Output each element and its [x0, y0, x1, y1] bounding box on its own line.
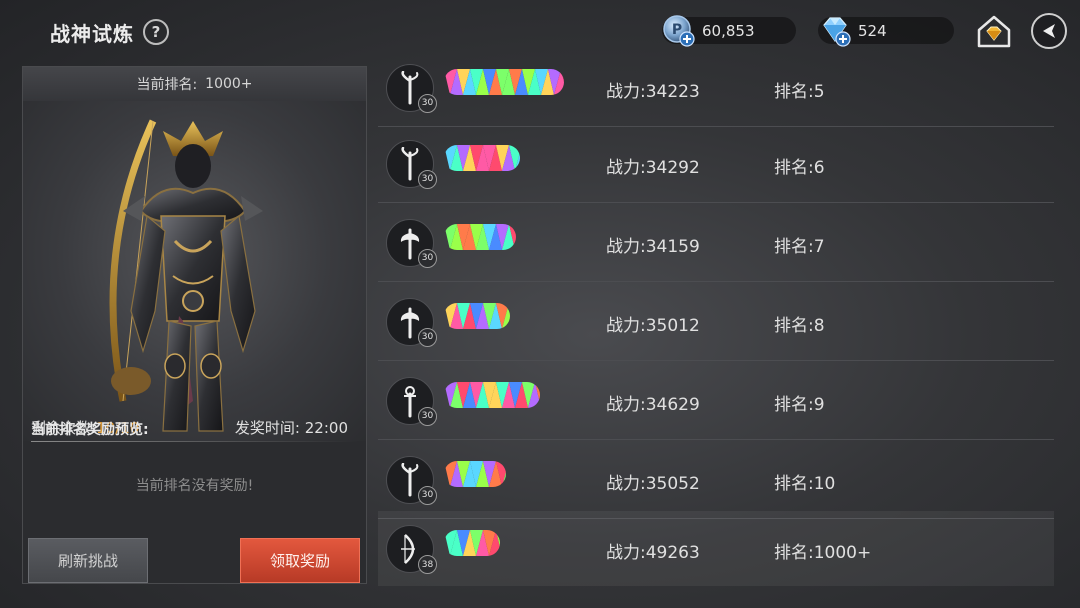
current-rank-label: 当前排名: — [136, 77, 198, 93]
combat-power: 战力:49263 — [606, 543, 700, 563]
gold-currency[interactable]: P 60,853 — [662, 15, 796, 47]
back-button[interactable] — [1031, 13, 1067, 49]
home-icon[interactable] — [975, 13, 1013, 49]
rank-number: 排名:8 — [774, 315, 825, 336]
refresh-challenge-button[interactable]: 刷新挑战 — [28, 538, 148, 583]
award-time: 发奖时间: 22:00 — [235, 417, 348, 438]
coin-icon: P — [663, 15, 695, 47]
player-name-obscured — [444, 223, 516, 250]
help-button[interactable]: ? — [143, 19, 169, 45]
combat-power: 战力:35052 — [606, 473, 700, 494]
level-badge: 30 — [418, 406, 437, 426]
ranking-row[interactable]: 30 战力:34629 排名:9 — [378, 361, 1054, 440]
ranking-row[interactable]: 30 战力:34159 排名:7 — [378, 203, 1054, 282]
back-arrow-icon — [1043, 24, 1055, 38]
player-name-obscured — [444, 302, 510, 329]
player-name-obscured — [444, 68, 564, 95]
claim-reward-button[interactable]: 领取奖励 — [240, 538, 360, 583]
gold-amount: 60,853 — [702, 21, 755, 40]
current-rank-value: 1000+ — [205, 76, 253, 92]
ranking-row[interactable]: 30 战力:35052 排名:10 — [378, 440, 1054, 519]
level-badge: 30 — [418, 485, 437, 505]
current-rank: 当前排名: 1000+ — [23, 67, 366, 101]
combat-power: 战力:34629 — [606, 394, 700, 415]
gem-amount: 524 — [858, 21, 887, 40]
ranking-list[interactable]: 30 战力:34223 排名:5 30 战力:34292 排名:6 30 战力:34159 排名… — [378, 62, 1054, 586]
diamond-icon — [823, 17, 851, 47]
no-reward-text: 当前排名没有奖励! — [135, 478, 254, 494]
player-name-obscured — [444, 460, 506, 487]
combat-power: 战力:34292 — [606, 157, 700, 178]
combat-power: 战力:35012 — [606, 315, 700, 336]
rank-number: 排名:5 — [774, 81, 825, 102]
combat-power: 战力:34159 — [606, 236, 700, 257]
level-badge: 30 — [418, 93, 437, 113]
gem-currency[interactable]: 524 — [818, 17, 954, 47]
award-time-value: 22:00 — [304, 419, 348, 437]
reward-preview-label: 当前排名奖励预览: — [31, 422, 149, 438]
rank-number: 排名:1000+ — [774, 543, 872, 563]
armored-warrior-image — [109, 119, 263, 432]
divider — [31, 441, 358, 442]
character-portrait: 剩余次数:10/10 发奖时间: 22:00 — [23, 101, 366, 441]
rank-number: 排名:10 — [774, 473, 836, 494]
player-name-obscured — [444, 144, 520, 171]
ranking-row[interactable]: 30 战力:34223 排名:5 — [378, 62, 1054, 127]
self-ranking-row[interactable]: 38 战力:49263 排名:1000+ — [378, 511, 1054, 586]
rank-number: 排名:9 — [774, 394, 825, 415]
level-badge: 30 — [418, 327, 437, 347]
ranking-row[interactable]: 30 战力:35012 排名:8 — [378, 282, 1054, 361]
player-panel: 当前排名: 1000+ 剩余次数:10/10 发奖时间: 22:00 当前排名奖… — [22, 66, 367, 584]
player-name-obscured — [444, 381, 540, 408]
level-badge: 38 — [418, 555, 437, 574]
ranking-row[interactable]: 30 战力:34292 排名:6 — [378, 124, 1054, 203]
page-title: 战神试炼 — [50, 22, 134, 46]
award-time-label: 发奖时间: — [234, 419, 300, 437]
rank-number: 排名:6 — [774, 157, 825, 178]
level-badge: 30 — [418, 169, 437, 189]
rank-number: 排名:7 — [774, 236, 825, 257]
level-badge: 30 — [418, 248, 437, 268]
player-name-obscured — [444, 530, 500, 556]
combat-power: 战力:34223 — [606, 81, 700, 102]
